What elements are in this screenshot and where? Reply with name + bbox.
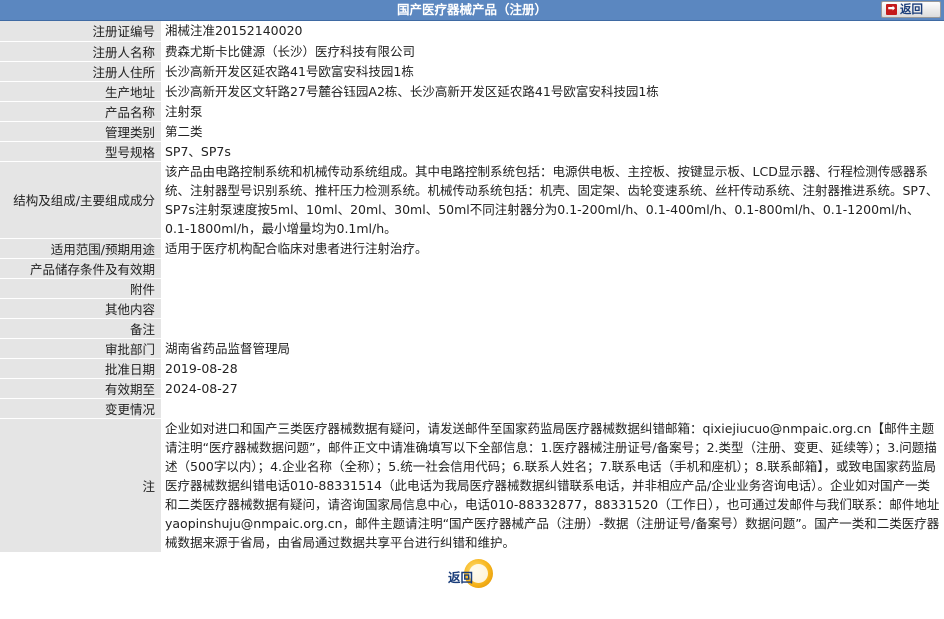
info-row: 适用范围/预期用途 适用于医疗机构配合临床对患者进行注射治疗。	[0, 238, 944, 259]
field-label: 产品名称	[0, 101, 161, 122]
field-label: 备注	[0, 318, 161, 339]
info-row: 注册人住所 长沙高新开发区延农路41号欧富安科技园1栋	[0, 61, 944, 82]
info-row: 生产地址 长沙高新开发区文轩路27号麓谷钰园A2栋、长沙高新开发区延农路41号欧富…	[0, 81, 944, 102]
field-label: 注册人名称	[0, 41, 161, 62]
info-row: 型号规格 SP7、SP7s	[0, 141, 944, 162]
field-value: 2019-08-28	[161, 358, 944, 379]
info-row: 管理类别 第二类	[0, 121, 944, 142]
field-value	[161, 278, 944, 299]
field-value	[161, 258, 944, 279]
field-value: 长沙高新开发区延农路41号欧富安科技园1栋	[161, 61, 944, 82]
field-label: 结构及组成/主要组成成分	[0, 161, 161, 239]
product-info-table: 注册证编号 湘械注准20152140020 注册人名称 费森尤斯卡比健源（长沙）医疗科…	[0, 21, 944, 553]
back-button-top[interactable]: ➡ 返回	[881, 1, 941, 18]
field-label: 注册人住所	[0, 61, 161, 82]
back-button-bottom[interactable]: 返回	[448, 559, 496, 589]
note-label: 注	[0, 418, 161, 553]
field-value	[161, 318, 944, 339]
info-row: 有效期至 2024-08-27	[0, 378, 944, 399]
field-value: 第二类	[161, 121, 944, 142]
field-label: 产品储存条件及有效期	[0, 258, 161, 279]
field-label: 有效期至	[0, 378, 161, 399]
field-value: 湘械注准20152140020	[161, 21, 944, 42]
back-arrow-icon: ➡	[886, 4, 897, 15]
info-row: 注册证编号 湘械注准20152140020	[0, 21, 944, 42]
note-text: 企业如对进口和国产三类医疗器械数据有疑问，请发送邮件至国家药监局医疗器械数据纠错…	[161, 418, 944, 553]
info-row: 审批部门 湖南省药品监督管理局	[0, 338, 944, 359]
field-value: 该产品由电路控制系统和机械传动系统组成。其中电路控制系统包括：电源供电板、主控板…	[161, 161, 944, 239]
field-value	[161, 398, 944, 419]
page-header: 国产医疗器械产品（注册） ➡ 返回	[0, 0, 944, 21]
info-row: 注册人名称 费森尤斯卡比健源（长沙）医疗科技有限公司	[0, 41, 944, 62]
field-value: 费森尤斯卡比健源（长沙）医疗科技有限公司	[161, 41, 944, 62]
info-row: 备注	[0, 318, 944, 339]
field-value: 2024-08-27	[161, 378, 944, 399]
info-row: 变更情况	[0, 398, 944, 419]
field-value: 长沙高新开发区文轩路27号麓谷钰园A2栋、长沙高新开发区延农路41号欧富安科技园…	[161, 81, 944, 102]
info-row: 批准日期 2019-08-28	[0, 358, 944, 379]
field-label: 变更情况	[0, 398, 161, 419]
info-row: 结构及组成/主要组成成分 该产品由电路控制系统和机械传动系统组成。其中电路控制系统…	[0, 161, 944, 239]
field-value: 湖南省药品监督管理局	[161, 338, 944, 359]
footer: 返回	[0, 553, 944, 591]
field-label: 管理类别	[0, 121, 161, 142]
info-row: 其他内容	[0, 298, 944, 319]
field-value: SP7、SP7s	[161, 141, 944, 162]
field-label: 批准日期	[0, 358, 161, 379]
info-row: 产品储存条件及有效期	[0, 258, 944, 279]
field-label: 附件	[0, 278, 161, 299]
field-label: 生产地址	[0, 81, 161, 102]
field-value: 注射泵	[161, 101, 944, 122]
info-row: 附件	[0, 278, 944, 299]
info-row: 产品名称 注射泵	[0, 101, 944, 122]
back-button-bottom-label: 返回	[448, 570, 474, 585]
field-label: 型号规格	[0, 141, 161, 162]
field-label: 其他内容	[0, 298, 161, 319]
field-value: 适用于医疗机构配合临床对患者进行注射治疗。	[161, 238, 944, 259]
field-label: 审批部门	[0, 338, 161, 359]
field-value	[161, 298, 944, 319]
note-row: 注企业如对进口和国产三类医疗器械数据有疑问，请发送邮件至国家药监局医疗器械数据纠…	[0, 418, 944, 553]
field-label: 适用范围/预期用途	[0, 238, 161, 259]
page-title: 国产医疗器械产品（注册）	[396, 2, 547, 17]
back-button-top-label: 返回	[900, 2, 923, 16]
field-label: 注册证编号	[0, 21, 161, 42]
